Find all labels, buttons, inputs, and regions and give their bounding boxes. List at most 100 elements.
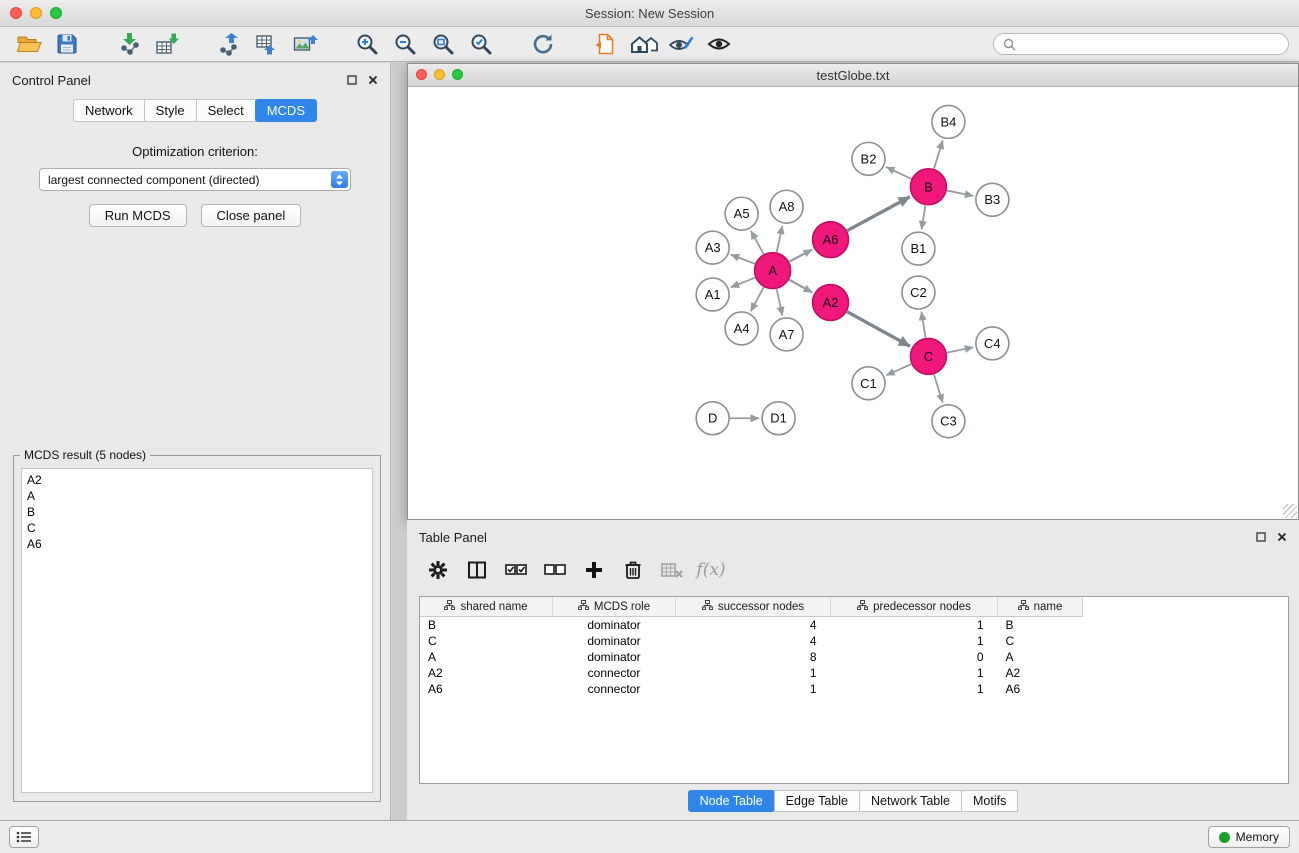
cell-MCDS-role[interactable]: connector: [553, 665, 676, 681]
graph-edge-A-A6[interactable]: [789, 250, 812, 262]
graph-edge-A-A2[interactable]: [789, 280, 812, 293]
cell-shared-name[interactable]: A2: [420, 665, 553, 681]
cell-successor-nodes[interactable]: 1: [676, 665, 831, 681]
search-box[interactable]: [993, 33, 1289, 55]
network-view[interactable]: B4B2BB3B1A5A8A6A3AA1A2C2A4A7C4CC1C3DD1: [408, 87, 1298, 519]
cell-shared-name[interactable]: A6: [420, 681, 553, 697]
graph-node-A7[interactable]: A7: [770, 318, 803, 351]
graph-edge-A-A3[interactable]: [731, 255, 755, 264]
close-window-button[interactable]: [10, 7, 22, 19]
graph-edge-C-C2[interactable]: [921, 312, 925, 338]
close-panel-icon[interactable]: [368, 73, 378, 88]
graph-node-C4[interactable]: C4: [976, 327, 1009, 360]
float-panel-icon[interactable]: [347, 73, 357, 88]
graph-edge-C-C3[interactable]: [934, 375, 943, 403]
graph-node-A6[interactable]: A6: [813, 222, 849, 258]
graph-node-B2[interactable]: B2: [852, 142, 885, 175]
table-row[interactable]: Bdominator41B: [420, 617, 1083, 634]
graph-edge-B-B1[interactable]: [922, 206, 926, 230]
zoom-fit-button[interactable]: [424, 29, 462, 59]
cell-MCDS-role[interactable]: dominator: [553, 649, 676, 665]
graph-node-D1[interactable]: D1: [762, 402, 795, 435]
close-panel-button[interactable]: Close panel: [201, 204, 302, 227]
table-row[interactable]: A2connector11A2: [420, 665, 1083, 681]
graph-edge-A-A7[interactable]: [777, 289, 783, 315]
cell-shared-name[interactable]: B: [420, 617, 553, 634]
column-header-MCDS-role[interactable]: MCDS role: [553, 597, 676, 617]
mcds-result-item[interactable]: A2: [27, 472, 367, 488]
zoom-in-button[interactable]: [348, 29, 386, 59]
home-button[interactable]: [624, 29, 662, 59]
cell-name[interactable]: A2: [998, 665, 1083, 681]
tab-style[interactable]: Style: [144, 99, 197, 122]
zoom-selected-button[interactable]: [462, 29, 500, 59]
cell-shared-name[interactable]: A: [420, 649, 553, 665]
tab-network[interactable]: Network: [73, 99, 145, 122]
add-column-button[interactable]: [581, 557, 607, 583]
run-mcds-button[interactable]: Run MCDS: [89, 204, 187, 227]
mcds-result-list[interactable]: A2ABCA6: [21, 468, 373, 793]
cell-name[interactable]: A: [998, 649, 1083, 665]
cell-MCDS-role[interactable]: dominator: [553, 633, 676, 649]
open-session-button[interactable]: [10, 29, 48, 59]
cell-name[interactable]: A6: [998, 681, 1083, 697]
status-legend-button[interactable]: [9, 826, 39, 848]
apply-layout-button[interactable]: [524, 29, 562, 59]
select-all-button[interactable]: [503, 557, 529, 583]
graph-node-B4[interactable]: B4: [932, 105, 965, 138]
cell-successor-nodes[interactable]: 4: [676, 633, 831, 649]
zoom-out-button[interactable]: [386, 29, 424, 59]
cell-predecessor-nodes[interactable]: 0: [831, 649, 998, 665]
mcds-result-item[interactable]: C: [27, 520, 367, 536]
tab-mcds[interactable]: MCDS: [255, 99, 317, 122]
save-session-button[interactable]: [48, 29, 86, 59]
graph-node-A3[interactable]: A3: [696, 231, 729, 264]
graph-edge-C-C1[interactable]: [886, 364, 911, 375]
graph-edge-A-A8[interactable]: [777, 226, 783, 252]
graph-edge-C-C4[interactable]: [947, 347, 973, 352]
close-network-window-button[interactable]: [416, 69, 427, 80]
cell-name[interactable]: B: [998, 617, 1083, 634]
tab-edge-table[interactable]: Edge Table: [774, 790, 860, 812]
deselect-all-button[interactable]: [542, 557, 568, 583]
memory-button[interactable]: Memory: [1208, 826, 1290, 848]
column-header-name[interactable]: name: [998, 597, 1083, 617]
graph-edge-B-B3[interactable]: [947, 191, 973, 196]
network-graph[interactable]: B4B2BB3B1A5A8A6A3AA1A2C2A4A7C4CC1C3DD1: [408, 87, 1298, 519]
export-image-button[interactable]: [286, 29, 324, 59]
dropdown-stepper-icon[interactable]: [331, 171, 348, 188]
mcds-result-item[interactable]: A6: [27, 536, 367, 552]
column-header-shared-name[interactable]: shared name: [420, 597, 553, 617]
graph-edge-A2-C[interactable]: [847, 312, 910, 347]
tab-select[interactable]: Select: [196, 99, 256, 122]
tab-motifs[interactable]: Motifs: [961, 790, 1018, 812]
graph-edge-A-A1[interactable]: [731, 278, 755, 288]
optimization-criterion-select[interactable]: largest connected component (directed): [39, 168, 351, 191]
tab-node-table[interactable]: Node Table: [688, 790, 775, 812]
column-header-predecessor-nodes[interactable]: predecessor nodes: [831, 597, 998, 617]
cell-name[interactable]: C: [998, 633, 1083, 649]
graph-edge-A-A5[interactable]: [751, 231, 764, 254]
graph-node-C[interactable]: C: [910, 338, 946, 374]
float-table-panel-icon[interactable]: [1256, 530, 1266, 545]
graph-edge-B-B4[interactable]: [934, 140, 943, 168]
table-settings-button[interactable]: [425, 557, 451, 583]
paint-styles-button[interactable]: [662, 29, 700, 59]
graph-node-B[interactable]: B: [910, 169, 946, 205]
export-table-button[interactable]: [248, 29, 286, 59]
table-row[interactable]: Adominator80A: [420, 649, 1083, 665]
graph-node-A4[interactable]: A4: [725, 312, 758, 345]
function-builder-button[interactable]: f(x): [698, 557, 724, 583]
minimize-network-window-button[interactable]: [434, 69, 445, 80]
graph-node-A2[interactable]: A2: [813, 285, 849, 321]
maximize-window-button[interactable]: [50, 7, 62, 19]
tab-network-table[interactable]: Network Table: [859, 790, 962, 812]
resize-grip[interactable]: [1283, 504, 1297, 518]
graph-edge-A-A4[interactable]: [751, 287, 764, 311]
graph-node-A5[interactable]: A5: [725, 197, 758, 230]
graph-edge-B-B2[interactable]: [886, 167, 911, 179]
open-document-button[interactable]: [586, 29, 624, 59]
cell-predecessor-nodes[interactable]: 1: [831, 665, 998, 681]
delete-column-button[interactable]: [620, 557, 646, 583]
graph-edge-A6-B[interactable]: [847, 197, 910, 231]
